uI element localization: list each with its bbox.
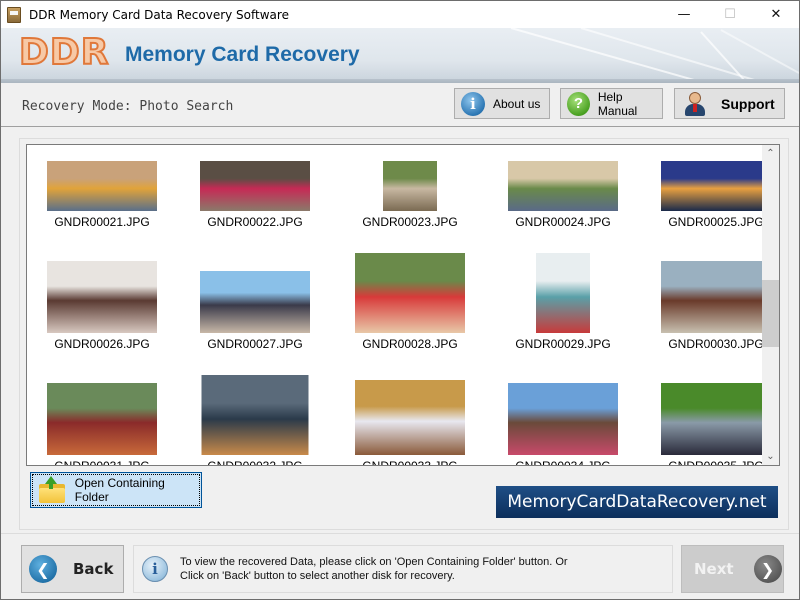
photo-filename: GNDR00025.JPG	[668, 215, 764, 229]
scrollbar-thumb[interactable]	[762, 280, 779, 347]
back-button[interactable]: ❮ Back	[21, 545, 124, 593]
photo-tile[interactable]: GNDR00031.JPG	[27, 367, 177, 466]
photo-thumbnail[interactable]	[355, 380, 465, 455]
photo-thumbnail[interactable]	[508, 161, 618, 211]
photo-tile[interactable]: GNDR00022.JPG	[180, 145, 330, 243]
next-label: Next	[694, 560, 734, 578]
photo-thumbnail[interactable]	[47, 261, 157, 333]
photo-thumbnail[interactable]	[661, 261, 771, 333]
photo-thumbnail[interactable]	[508, 383, 618, 455]
back-arrow-icon: ❮	[29, 555, 57, 583]
support-person-icon	[683, 91, 707, 116]
about-us-button[interactable]: i About us	[454, 88, 550, 119]
photo-filename: GNDR00023.JPG	[362, 215, 458, 229]
about-us-label: About us	[493, 96, 541, 111]
photo-tile[interactable]: GNDR00029.JPG	[488, 245, 638, 365]
support-label: Support	[721, 95, 775, 112]
photo-filename: GNDR00027.JPG	[207, 337, 303, 351]
photo-tile[interactable]: GNDR00024.JPG	[488, 145, 638, 243]
help-manual-label: Help Manual	[597, 89, 638, 118]
photo-tile[interactable]: GNDR00023.JPG	[335, 145, 485, 243]
info-message-bar: i To view the recovered Data, please cli…	[133, 545, 673, 593]
website-banner: MemoryCardDataRecovery.net	[496, 486, 778, 518]
photo-filename: GNDR00026.JPG	[54, 337, 150, 351]
photo-filename: GNDR00035.JPG	[668, 459, 764, 466]
footer-divider	[1, 533, 799, 534]
ddr-logo: DDR	[18, 31, 110, 74]
photo-tile[interactable]: GNDR00035.JPG	[641, 367, 779, 466]
photo-tile[interactable]: GNDR00033.JPG	[335, 367, 485, 466]
window-controls: — ☐ ✕	[661, 1, 799, 28]
back-label: Back	[73, 560, 114, 578]
photo-thumbnail[interactable]	[200, 161, 310, 211]
next-arrow-icon: ❯	[753, 555, 782, 583]
minimize-button[interactable]: —	[661, 1, 707, 28]
photo-thumbnail[interactable]	[47, 161, 157, 211]
photo-filename: GNDR00024.JPG	[515, 215, 611, 229]
photo-thumbnail[interactable]	[200, 271, 310, 333]
photo-filename: GNDR00029.JPG	[515, 337, 611, 351]
question-icon: ?	[567, 91, 590, 116]
next-button[interactable]: Next ❯	[681, 545, 784, 593]
header-banner: DDR Memory Card Recovery	[1, 28, 799, 82]
photo-tile[interactable]: GNDR00025.JPG	[641, 145, 779, 243]
photo-thumbnail[interactable]	[661, 161, 771, 211]
info-icon: i	[461, 91, 485, 116]
folder-open-icon	[39, 476, 67, 504]
banner-decoration	[510, 28, 799, 82]
photo-filename: GNDR00032.JPG	[207, 459, 303, 466]
photo-tile[interactable]: GNDR00021.JPG	[27, 145, 177, 243]
photo-tile[interactable]: GNDR00027.JPG	[180, 245, 330, 365]
photo-filename: GNDR00030.JPG	[668, 337, 764, 351]
photo-thumbnail[interactable]	[355, 253, 465, 333]
photo-thumbnail[interactable]	[661, 383, 771, 455]
scroll-up-arrow-icon[interactable]: ⌃	[762, 145, 779, 162]
info-line-1: To view the recovered Data, please click…	[180, 556, 568, 568]
photo-thumbnail[interactable]	[201, 375, 309, 455]
info-message: To view the recovered Data, please click…	[180, 555, 568, 583]
photo-filename: GNDR00034.JPG	[515, 459, 611, 466]
support-button[interactable]: Support	[674, 88, 785, 119]
photo-filename: GNDR00033.JPG	[362, 459, 458, 466]
photo-filename: GNDR00022.JPG	[207, 215, 303, 229]
divider	[1, 126, 799, 127]
open-folder-label: Open Containing Folder	[74, 476, 165, 504]
photo-tile[interactable]: GNDR00034.JPG	[488, 367, 638, 466]
photo-thumbnail[interactable]	[47, 383, 157, 455]
photo-thumbnail[interactable]	[536, 253, 590, 333]
close-button[interactable]: ✕	[753, 1, 799, 28]
recovery-mode-label: Recovery Mode: Photo Search	[22, 99, 234, 114]
scroll-down-arrow-icon[interactable]: ⌄	[762, 448, 779, 465]
photo-tile[interactable]: GNDR00028.JPG	[335, 245, 485, 365]
open-containing-folder-button[interactable]: Open Containing Folder	[30, 472, 202, 508]
app-icon	[7, 6, 21, 23]
photo-thumbnail[interactable]	[383, 161, 437, 211]
photo-tile[interactable]: GNDR00030.JPG	[641, 245, 779, 365]
product-title: Memory Card Recovery	[125, 43, 360, 66]
photo-filename: GNDR00028.JPG	[362, 337, 458, 351]
photo-tile[interactable]: GNDR00026.JPG	[27, 245, 177, 365]
help-manual-button[interactable]: ? Help Manual	[560, 88, 663, 119]
photo-tile[interactable]: GNDR00032.JPG	[180, 367, 330, 466]
app-window: DDR Memory Card Data Recovery Software —…	[0, 0, 800, 600]
recovered-photos-gallery[interactable]: GNDR00021.JPG GNDR00022.JPG GNDR00023.JPG G…	[26, 144, 780, 466]
vertical-scrollbar[interactable]: ⌃ ⌄	[762, 145, 779, 465]
photo-filename: GNDR00031.JPG	[54, 459, 150, 466]
banner-divider	[1, 79, 799, 83]
photo-filename: GNDR00021.JPG	[54, 215, 150, 229]
maximize-button[interactable]: ☐	[707, 1, 753, 28]
title-bar: DDR Memory Card Data Recovery Software —…	[1, 1, 799, 28]
info-icon: i	[142, 556, 168, 582]
info-line-2: Click on 'Back' button to select another…	[180, 570, 455, 582]
window-title: DDR Memory Card Data Recovery Software	[29, 7, 289, 22]
